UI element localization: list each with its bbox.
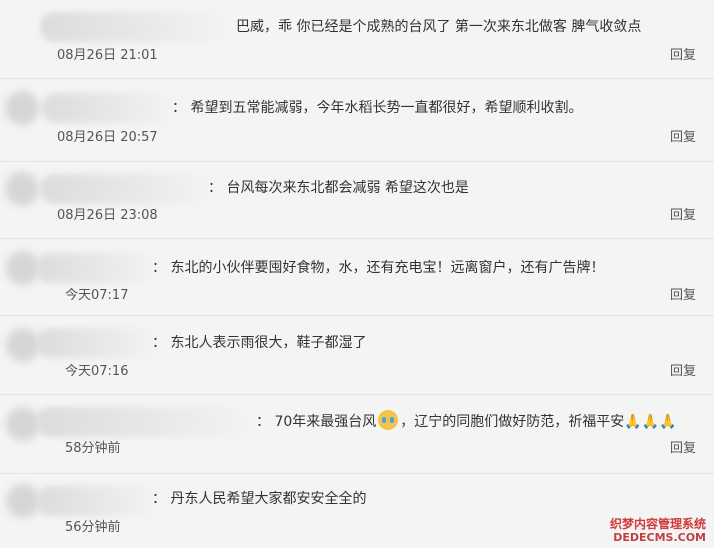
comment-time: 08月26日 23:08 (57, 208, 158, 223)
comment-item: ： 台风每次来东北都会减弱 希望这次也是 08月26日 23:08 回复 (0, 162, 714, 239)
comment-text: ： 台风每次来东北都会减弱 希望这次也是 (208, 180, 469, 196)
comment-item: ： 东北的小伙伴要囤好食物，水，还有充电宝！远离窗户，还有广告牌！ 今天07:1… (0, 239, 714, 316)
comment-time: 08月26日 20:57 (57, 130, 158, 145)
comment-text: ： 希望到五常能减弱，今年水稻长势一直都很好，希望顺利收割。 (172, 100, 583, 116)
comment-text: ： 东北的小伙伴要囤好食物，水，还有充电宝！远离窗户，还有广告牌！ (152, 260, 605, 276)
watermark-en: DEDECMS.COM (613, 531, 706, 544)
reply-link[interactable]: 回复 (670, 207, 696, 225)
blurred-username (40, 174, 210, 204)
blurred-username (36, 407, 250, 437)
blurred-username (36, 253, 156, 283)
blurred-avatar (6, 328, 40, 362)
comment-time: 58分钟前 (65, 441, 121, 456)
comment-text: ： 70年来最强台风 ，辽宁的同胞们做好防范，祈福平安🙏🙏🙏 (256, 410, 677, 432)
watermark-cn: 织梦内容管理系统 (609, 517, 706, 531)
reply-link[interactable]: 回复 (670, 440, 696, 458)
comment-time: 08月26日 21:01 (57, 48, 158, 63)
reply-link[interactable]: 回复 (670, 363, 696, 381)
blurred-avatar (5, 91, 39, 125)
blurred-avatar (6, 407, 40, 441)
comment-text-part: ，辽宁的同胞们做好防范，祈福平安 (400, 414, 625, 430)
blurred-username (36, 486, 156, 516)
comment-item: ： 东北人表示雨很大，鞋子都湿了 今天07:16 回复 (0, 316, 714, 395)
comment-item: 巴威，乖 你已经是个成熟的台风了 第一次来东北做客 脾气收敛点 08月26日 2… (0, 0, 714, 79)
praying-hands-icon: 🙏🙏🙏 (624, 414, 677, 430)
blurred-username (36, 328, 156, 358)
crying-face-icon (378, 410, 399, 430)
reply-link[interactable]: 回复 (670, 129, 696, 147)
comment-time: 56分钟前 (65, 520, 121, 535)
blurred-avatar (6, 251, 40, 285)
reply-link[interactable]: 回复 (670, 287, 696, 305)
comment-text-part: ： 70年来最强台风 (256, 414, 377, 430)
blurred-avatar (6, 484, 40, 518)
blurred-username (42, 93, 174, 123)
blurred-avatar (5, 172, 39, 206)
watermark: 织梦内容管理系统 DEDECMS.COM (610, 517, 706, 544)
comment-time: 今天07:17 (65, 288, 129, 303)
comment-text: ： 东北人表示雨很大，鞋子都湿了 (152, 335, 367, 351)
comment-item: ： 70年来最强台风 ，辽宁的同胞们做好防范，祈福平安🙏🙏🙏 58分钟前 回复 (0, 395, 714, 474)
reply-link[interactable]: 回复 (670, 47, 696, 65)
comment-text: ： 丹东人民希望大家都安安全全的 (152, 491, 367, 507)
blurred-username (40, 12, 225, 42)
comment-time: 今天07:16 (65, 364, 129, 379)
comment-text: 巴威，乖 你已经是个成熟的台风了 第一次来东北做客 脾气收敛点 (236, 19, 642, 35)
comment-item: ： 丹东人民希望大家都安安全全的 56分钟前 (0, 474, 714, 548)
comment-item: ： 希望到五常能减弱，今年水稻长势一直都很好，希望顺利收割。 08月26日 20… (0, 79, 714, 162)
